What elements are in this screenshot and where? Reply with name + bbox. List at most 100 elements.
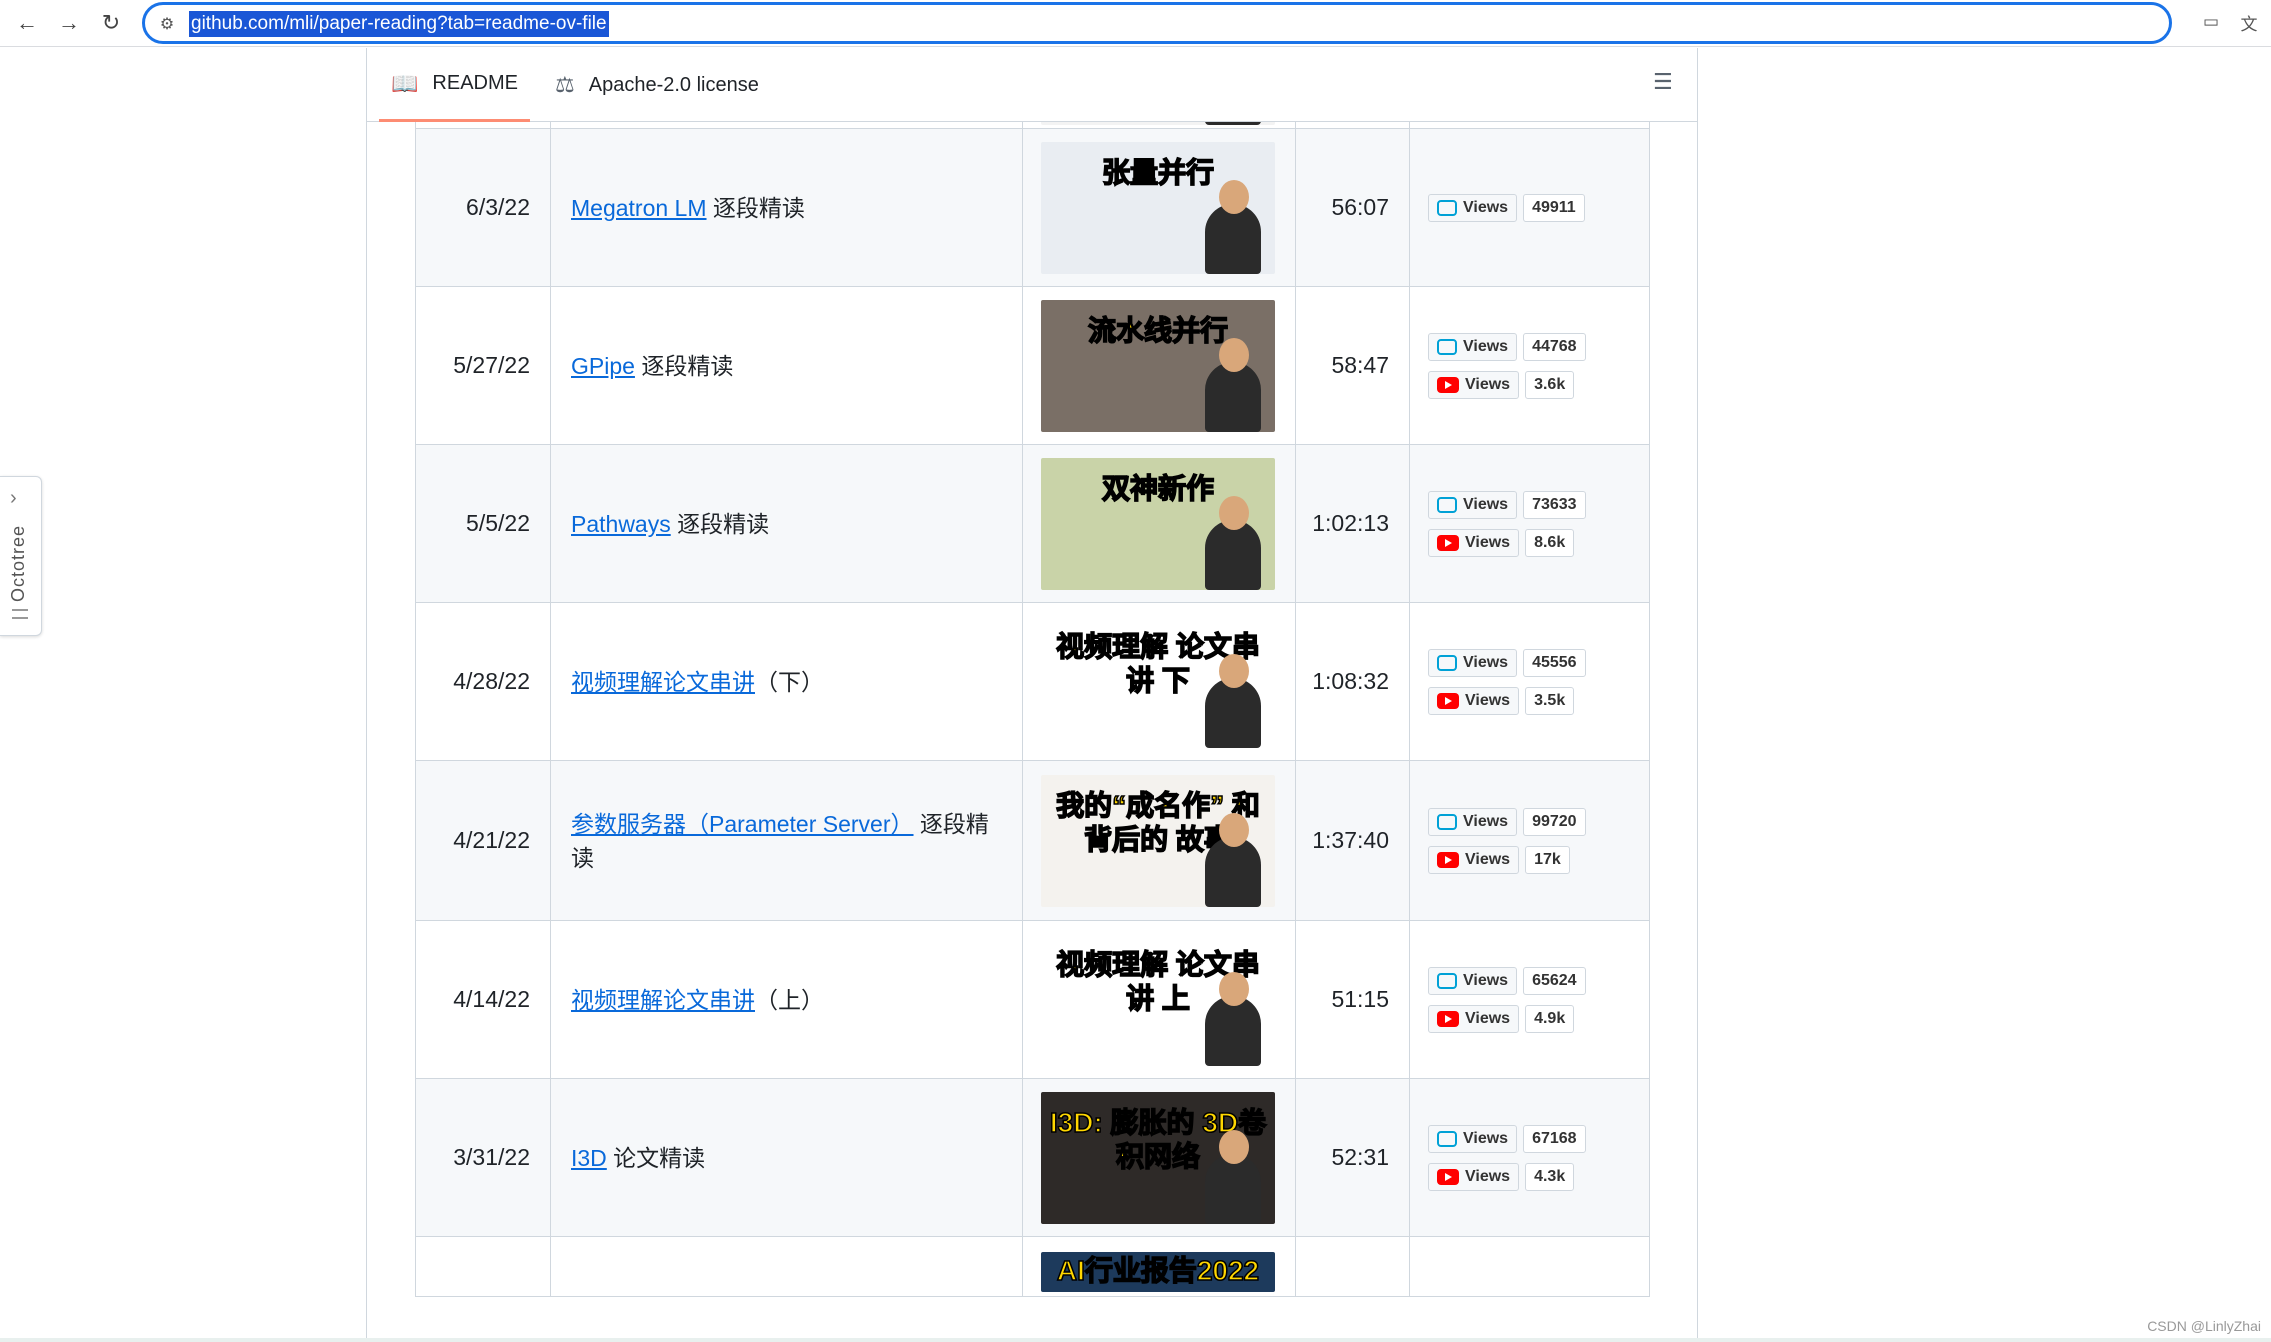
youtube-views-badge[interactable]: Views 17k [1428,845,1649,875]
views-cell: Views 45556 Views 3.5k [1409,602,1650,761]
duration-cell [1295,1236,1410,1297]
video-thumbnail[interactable]: 视频理解 论文串讲 上 [1041,933,1275,1066]
youtube-count: 4.3k [1525,1162,1575,1191]
views-cell: Views 73633 Views 8.6k [1409,444,1650,603]
youtube-count: 3.5k [1525,686,1575,715]
title-suffix: 论文精读 [606,1144,706,1171]
paper-link[interactable]: 参数服务器（Parameter Server） [571,811,914,837]
install-app-icon[interactable]: ▭ [2198,9,2224,35]
bilibili-icon [1437,1130,1457,1147]
title-suffix: 逐段精读 [634,352,734,379]
bilibili-views-badge[interactable]: Views 73633 [1428,490,1649,520]
presenter-image [1205,653,1261,748]
bilibili-views-badge[interactable]: Views 45556 [1428,648,1649,678]
video-thumbnail[interactable]: 视频理解 论文串讲 下 [1041,615,1275,748]
youtube-views-badge[interactable]: Views 3.6k [1428,370,1649,400]
outline-icon[interactable]: ☰ [1653,71,1675,93]
video-thumbnail[interactable]: 流水线并行 [1041,299,1275,432]
views-cell: Views 67168 Views 4.3k [1409,1078,1650,1237]
bilibili-views-badge[interactable]: Views 44768 [1428,332,1649,362]
duration-cell: 58:47 [1295,286,1410,445]
thumbnail-cell: 视频理解 论文串讲 上 [1022,920,1296,1079]
menu-icon[interactable] [12,609,28,619]
date-cell: 5/27/22 [415,286,551,445]
title-suffix: 逐段精读 [670,510,770,537]
chevron-right-icon[interactable]: › [10,487,17,510]
youtube-icon [1437,534,1459,551]
video-thumbnail[interactable]: 双神新作 [1041,457,1275,590]
bilibili-views-badge[interactable]: Views 67168 [1428,1124,1649,1154]
youtube-views-badge[interactable]: Views 8.6k [1428,528,1649,558]
table-row: 6/3/22 Megatron LM 逐段精读 张量并行 56:07 Views 4991… [415,128,1650,287]
duration-cell: 56:07 [1295,128,1410,287]
thumbnail-cell: 我的“成名作” 和背后的 故事 [1022,760,1296,921]
youtube-views-badge[interactable]: Views 3.5k [1428,686,1649,716]
date-cell: 3/31/22 [415,1078,551,1237]
translate-icon[interactable]: 文 [2236,9,2262,35]
thumbnail-cell: 张量并行 [1022,128,1296,287]
address-bar[interactable]: ⚙ github.com/mli/paper-reading?tab=readm… [142,2,2172,44]
back-icon[interactable]: ← [12,8,42,38]
tab-readme[interactable]: 📖 README [379,48,530,122]
video-thumbnail[interactable]: 我的“成名作” 和背后的 故事 [1041,774,1275,907]
tab-license[interactable]: ⚖ Apache-2.0 license [543,48,771,122]
bilibili-count: 65624 [1523,966,1586,995]
views-cell [1409,1236,1650,1297]
reload-icon[interactable]: ↻ [96,8,126,38]
youtube-views-badge[interactable]: Views 4.9k [1428,1004,1649,1034]
table-row: 5/27/22 GPipe 逐段精读 流水线并行 58:47 Views 44768 Vie… [415,286,1650,445]
bottom-edge [0,1338,2271,1342]
bilibili-count: 73633 [1523,490,1586,519]
bilibili-views-badge[interactable]: Views 99720 [1428,807,1649,837]
bilibili-views-badge[interactable]: Views 65624 [1428,966,1649,996]
date-cell: 4/21/22 [415,760,551,921]
title-cell: GPipe 逐段精读 [550,286,1023,445]
paper-link[interactable]: I3D [571,1145,607,1171]
law-icon: ⚖ [555,72,575,97]
video-thumbnail[interactable]: AI行业报告2022 [1041,1251,1275,1292]
views-cell: Views 44768 Views 3.6k [1409,286,1650,445]
octotree-sidebar[interactable]: › Octotree [0,476,42,636]
date-cell: 6/3/22 [415,128,551,287]
presenter-image [1205,812,1261,907]
views-cell: Views 65624 Views 4.9k [1409,920,1650,1079]
bilibili-count: 45556 [1523,648,1586,677]
table-row: 4/28/22 视频理解论文串讲（下） 视频理解 论文串讲 下 1:08:32 View… [415,602,1650,761]
youtube-icon [1437,1010,1459,1027]
thumbnail-cell: I3D: 膨胀的 3D卷积网络 [1022,1078,1296,1237]
bilibili-icon [1437,338,1457,355]
forward-icon[interactable]: → [54,8,84,38]
title-suffix: 逐段精读 [706,194,805,221]
table-row: AI行业报告2022 [415,1236,1650,1297]
youtube-icon [1437,692,1459,709]
paper-link[interactable]: Pathways [571,511,671,537]
date-cell: 5/5/22 [415,444,551,603]
paper-link[interactable]: 视频理解论文串讲 [571,987,755,1013]
paper-link[interactable]: Megatron LM [571,195,707,221]
bilibili-count: 44768 [1523,332,1586,361]
paper-link[interactable]: 视频理解论文串讲 [571,669,755,695]
title-cell: 视频理解论文串讲（上） [550,920,1023,1079]
date-cell: 4/28/22 [415,602,551,761]
title-cell: I3D 论文精读 [550,1078,1023,1237]
paper-link[interactable]: GPipe [571,353,635,379]
video-thumbnail[interactable]: I3D: 膨胀的 3D卷积网络 [1041,1091,1275,1224]
bilibili-count: 67168 [1523,1124,1586,1153]
presenter-image [1205,1129,1261,1224]
duration-cell: 1:37:40 [1295,760,1410,921]
paper-table: 逐段精读目标检测6/3/22Megatron LM 逐段精读张量并行56:07V… [415,48,1650,1297]
bilibili-icon [1437,199,1457,216]
bilibili-views-badge[interactable]: Views 49911 [1428,193,1649,223]
url-text[interactable]: github.com/mli/paper-reading?tab=readme-… [189,11,609,37]
table-row: 5/5/22 Pathways 逐段精读 双神新作 1:02:13 Views 73633… [415,444,1650,603]
title-cell: 视频理解论文串讲（下） [550,602,1023,761]
thumbnail-cell: 流水线并行 [1022,286,1296,445]
title-cell: Pathways 逐段精读 [550,444,1023,603]
youtube-views-badge[interactable]: Views 4.3k [1428,1162,1649,1192]
duration-cell: 1:02:13 [1295,444,1410,603]
title-suffix: （上） [755,986,824,1013]
video-thumbnail[interactable]: 张量并行 [1041,141,1275,274]
title-cell [550,1236,1023,1297]
site-info-icon[interactable]: ⚙ [155,12,179,36]
bilibili-icon [1437,496,1457,513]
